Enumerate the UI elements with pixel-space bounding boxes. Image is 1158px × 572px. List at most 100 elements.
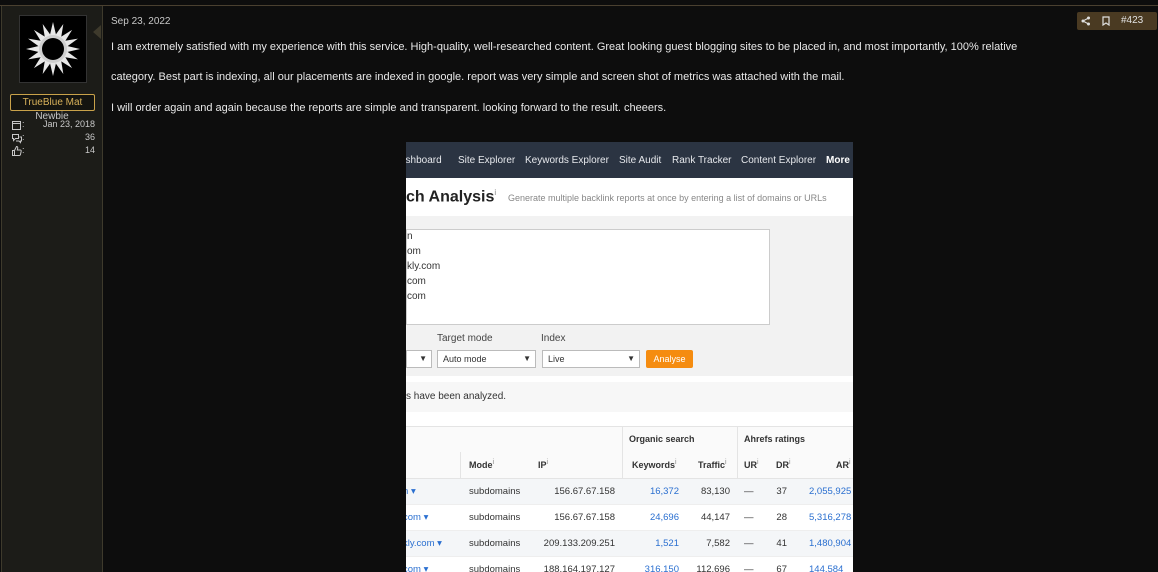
nav-content-explorer: Content Explorer [741, 155, 817, 166]
table-column-header: Modei IPi Keywordsi Traffici URi DRi ARi [406, 452, 853, 479]
stat-joined-label: : [22, 119, 25, 129]
chevron-down-icon: ▼ [523, 354, 531, 363]
domain-cell: com ▾ [406, 564, 428, 572]
info-icon: i [849, 459, 851, 466]
textarea-line: kly.com [407, 261, 441, 272]
group-ahrefs-ratings: Ahrefs ratings [744, 434, 806, 444]
post-number-link[interactable]: #423 [1121, 12, 1143, 30]
mode-cell: subdomains [469, 486, 521, 497]
info-icon: i [725, 459, 727, 466]
table-row: com ▾ subdomains 188.164.197.127 316,150… [406, 557, 853, 572]
post-author-sidebar: TrueBlue Mat Newbie : Jan 23, 2018 : 36 … [1, 6, 103, 572]
info-icon: i [492, 459, 495, 466]
nav-dashboard: ashboard [406, 155, 442, 166]
message-arrow [93, 25, 101, 39]
col-ip: IPi [538, 459, 548, 470]
dr-cell: 41 [776, 538, 787, 549]
screenshot-select-index: Live ▼ [542, 350, 640, 368]
stat-joined-value: Jan 23, 2018 [42, 119, 95, 129]
traffic-cell: 7,582 [706, 538, 730, 549]
ar-cell: 1,480,904 [809, 538, 852, 549]
ar-cell: 144,584 [809, 564, 844, 572]
domain-text: com [406, 512, 421, 523]
ip-cell: 209.133.209.251 [543, 538, 615, 549]
table-row: com ▾ subdomains 156.67.67.158 24,696 44… [406, 505, 853, 531]
col-ip-label: IP [538, 460, 547, 470]
table-group-header: Organic search Ahrefs ratings [406, 426, 853, 454]
nav-site-explorer: Site Explorer [458, 155, 516, 166]
keywords-cell: 1,521 [655, 538, 679, 549]
ur-cell: — [744, 486, 754, 497]
keywords-cell: 316,150 [644, 564, 679, 572]
ip-cell: 156.67.67.158 [554, 486, 615, 497]
col-keywords-label: Keywords [632, 460, 676, 470]
post-actions: #423 [1077, 12, 1157, 30]
stat-reactions-value: 14 [84, 145, 95, 155]
chevron-down-icon: ▼ [419, 354, 427, 363]
col-traffic: Traffici [698, 459, 727, 470]
label-target-mode: Target mode [437, 333, 493, 344]
domain-cell: n ▾ [406, 486, 416, 497]
nav-rank-tracker: Rank Tracker [672, 155, 732, 166]
screenshot-title-text: ch Analysis [406, 188, 495, 206]
avatar[interactable] [19, 15, 87, 83]
textarea-line: om [407, 246, 421, 257]
info-icon: i [757, 459, 759, 466]
chevron-down-icon: ▾ [410, 486, 416, 497]
col-mode: Modei [469, 459, 494, 470]
screenshot-analyse-button: Analyse [646, 350, 693, 368]
info-icon: i [546, 459, 549, 466]
chevron-down-icon: ▾ [423, 512, 429, 523]
post-date[interactable]: Sep 23, 2022 [111, 16, 171, 27]
domain-cell: com ▾ [406, 512, 428, 523]
col-ur-label: UR [744, 460, 757, 470]
ur-cell: — [744, 564, 754, 572]
post-paragraph: category. Best part is indexing, all our… [111, 71, 845, 83]
notice-text: s have been analyzed. [406, 391, 507, 402]
stat-messages-value: 36 [84, 132, 95, 142]
dr-cell: 37 [776, 486, 787, 497]
nav-site-audit: Site Audit [619, 155, 662, 166]
nav-more: More [826, 155, 850, 166]
screenshot-page-title: ch Analysisi [406, 188, 496, 206]
stat-joined: : Jan 23, 2018 [11, 119, 95, 131]
table-row: n ▾ subdomains 156.67.67.158 16,372 83,1… [406, 479, 853, 505]
stat-reactions-label: : [22, 145, 25, 155]
dr-cell: 67 [776, 564, 787, 572]
info-icon: i [675, 459, 677, 466]
traffic-cell: 112,696 [696, 564, 730, 572]
chevron-down-icon: ▼ [627, 354, 635, 363]
chevron-down-icon: ▾ [423, 564, 429, 572]
stat-messages: : 36 [11, 132, 95, 144]
screenshot-select-first: ▼ [406, 350, 432, 368]
col-dr: DRi [776, 459, 791, 470]
domain-text: n [406, 486, 408, 497]
screenshot-select-target-mode: Auto mode ▼ [437, 350, 536, 368]
nav-keywords-explorer: Keywords Explorer [525, 155, 609, 166]
screenshot-subtitle: Generate multiple backlink reports at on… [508, 193, 827, 203]
domain-text: com [406, 564, 421, 572]
username-link[interactable]: TrueBlue Mat [10, 94, 95, 111]
textarea-line: com [407, 291, 426, 302]
domain-text: kly.com [406, 538, 435, 549]
ar-cell: 2,055,925 [809, 486, 852, 497]
col-mode-label: Mode [469, 460, 493, 470]
keywords-cell: 24,696 [649, 512, 679, 523]
stat-reactions: : 14 [11, 145, 95, 157]
screenshot-notice: s have been analyzed. [406, 382, 853, 412]
ar-cell: 5,316,278 [809, 512, 852, 523]
bookmark-icon[interactable] [1101, 16, 1111, 26]
col-keywords: Keywordsi [632, 459, 677, 470]
dr-cell: 28 [776, 512, 787, 523]
attached-screenshot[interactable]: ashboard Site Explorer Keywords Explorer… [406, 136, 853, 572]
share-icon[interactable] [1081, 16, 1091, 26]
group-organic-search: Organic search [629, 434, 695, 444]
ip-cell: 156.67.67.158 [554, 512, 615, 523]
mode-cell: subdomains [469, 512, 521, 523]
traffic-cell: 44,147 [700, 512, 730, 523]
mode-cell: subdomains [469, 538, 521, 549]
screenshot-domains-textarea: n om kly.com com com [406, 229, 770, 325]
info-icon: i [494, 188, 497, 197]
textarea-line: com [407, 276, 426, 287]
col-ar: ARi [836, 459, 851, 470]
